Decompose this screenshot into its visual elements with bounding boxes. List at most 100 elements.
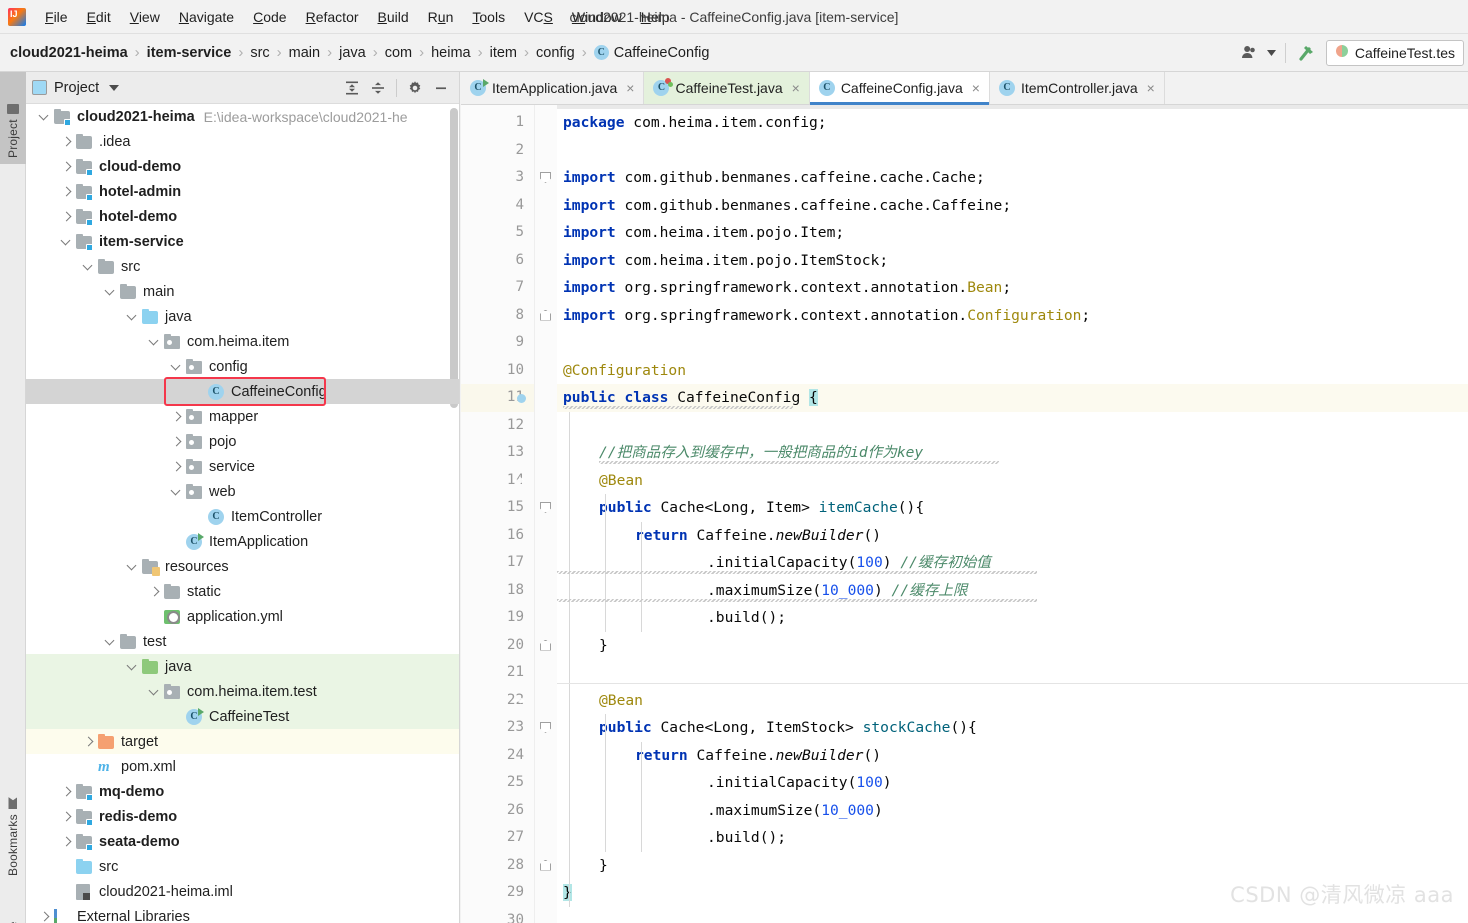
code-line[interactable]: } <box>557 632 608 660</box>
chevron-down-icon[interactable] <box>60 235 74 249</box>
code-line[interactable]: import com.github.benmanes.caffeine.cach… <box>557 164 985 192</box>
breadcrumb-item-config[interactable]: config <box>536 45 575 61</box>
menu-item-edit[interactable]: Edit <box>78 6 120 28</box>
tree-node-com.heima.item[interactable]: com.heima.item <box>26 329 459 354</box>
menu-item-navigate[interactable]: Navigate <box>170 6 243 28</box>
code-editor[interactable]: 1234567891011121314151617181920212223242… <box>461 105 1468 923</box>
tree-node-mapper[interactable]: mapper <box>26 404 459 429</box>
user-avatar-icon[interactable] <box>1235 39 1265 67</box>
code-fold-marker[interactable] <box>540 502 551 513</box>
close-icon[interactable]: × <box>972 81 980 95</box>
editor-gutter[interactable]: 1234567891011121314151617181920212223242… <box>461 105 535 923</box>
breadcrumb-item-item[interactable]: item <box>490 45 517 61</box>
tree-node-external-libraries[interactable]: External Libraries <box>26 904 459 923</box>
code-fold-marker[interactable] <box>540 722 551 733</box>
code-fold-marker[interactable] <box>540 309 551 321</box>
close-icon[interactable]: × <box>626 81 634 95</box>
chevron-down-icon[interactable] <box>104 635 118 649</box>
code-line[interactable] <box>557 907 563 923</box>
breadcrumb-item-main[interactable]: main <box>289 45 320 61</box>
tree-node-seata-demo[interactable]: seata-demo <box>26 829 459 854</box>
breadcrumb-item-cloud2021-heima[interactable]: cloud2021-heima <box>10 45 128 61</box>
tree-node-cloud2021-heima[interactable]: cloud2021-heima E:\idea-workspace\cloud20… <box>26 104 459 129</box>
menu-item-build[interactable]: Build <box>369 6 418 28</box>
code-fold-marker[interactable] <box>540 172 551 183</box>
spring-bean-icon[interactable] <box>511 692 528 709</box>
chevron-down-icon[interactable] <box>104 285 118 299</box>
code-line[interactable]: import org.springframework.context.annot… <box>557 274 1011 302</box>
code-line[interactable]: .build(); <box>557 824 786 852</box>
breadcrumb-item-java[interactable]: java <box>339 45 366 61</box>
tree-node-cloud2021-heima.iml[interactable]: cloud2021-heima.iml <box>26 879 459 904</box>
spring-configuration-bean-icon[interactable] <box>511 389 528 406</box>
tree-node-java[interactable]: java <box>26 304 459 329</box>
tree-node-cloud-demo[interactable]: cloud-demo <box>26 154 459 179</box>
tree-node-pom.xml[interactable]: m pom.xml <box>26 754 459 779</box>
tree-node-static[interactable]: static <box>26 579 459 604</box>
tree-node-hotel-demo[interactable]: hotel-demo <box>26 204 459 229</box>
menu-item-view[interactable]: View <box>121 6 169 28</box>
code-line[interactable]: import com.heima.item.pojo.ItemStock; <box>557 247 888 275</box>
menu-item-code[interactable]: Code <box>244 6 295 28</box>
chevron-right-icon[interactable] <box>60 210 74 224</box>
breadcrumb-item-src[interactable]: src <box>250 45 269 61</box>
chevron-down-icon[interactable] <box>82 260 96 274</box>
chevron-down-icon[interactable] <box>38 110 52 124</box>
tree-node-mq-demo[interactable]: mq-demo <box>26 779 459 804</box>
expand-all-icon[interactable] <box>340 76 364 100</box>
tree-node-config[interactable]: config <box>26 354 459 379</box>
sidebar-item-project[interactable]: Project <box>0 72 26 164</box>
chevron-down-icon[interactable] <box>1265 39 1279 67</box>
code-line[interactable] <box>557 137 563 165</box>
close-icon[interactable]: × <box>792 81 800 95</box>
minimize-icon[interactable] <box>429 76 453 100</box>
close-icon[interactable]: × <box>1147 81 1155 95</box>
editor-code[interactable]: package com.heima.item.config; import com… <box>557 105 1468 923</box>
code-line[interactable] <box>557 412 563 440</box>
chevron-down-icon[interactable] <box>148 335 162 349</box>
chevron-right-icon[interactable] <box>60 185 74 199</box>
tree-node-service[interactable]: service <box>26 454 459 479</box>
chevron-down-icon[interactable] <box>126 560 140 574</box>
tree-node-item-service[interactable]: item-service <box>26 229 459 254</box>
chevron-down-icon[interactable] <box>170 360 184 374</box>
menu-item-tools[interactable]: Tools <box>463 6 514 28</box>
collapse-all-icon[interactable] <box>366 76 390 100</box>
chevron-right-icon[interactable] <box>170 435 184 449</box>
tree-node-itemapplication[interactable]: C ItemApplication <box>26 529 459 554</box>
tree-node-caffeinetest[interactable]: C CaffeineTest <box>26 704 459 729</box>
editor-tab-itemcontroller-java[interactable]: C ItemController.java × <box>990 72 1165 104</box>
editor-tab-caffeinetest-java[interactable]: C CaffeineTest.java × <box>644 72 810 104</box>
code-line[interactable] <box>557 329 563 357</box>
chevron-right-icon[interactable] <box>148 585 162 599</box>
code-line[interactable]: import com.github.benmanes.caffeine.cach… <box>557 192 1011 220</box>
sidebar-item-structure[interactable]: Structure <box>0 888 26 923</box>
code-line[interactable]: package com.heima.item.config; <box>557 109 827 137</box>
build-hammer-icon[interactable] <box>1292 39 1322 67</box>
breadcrumb-item-heima[interactable]: heima <box>431 45 471 61</box>
chevron-right-icon[interactable] <box>38 910 52 923</box>
run-configuration-selector[interactable]: CaffeineTest.tes <box>1325 39 1464 66</box>
chevron-down-icon[interactable] <box>126 310 140 324</box>
chevron-down-icon[interactable] <box>170 485 184 499</box>
tree-node-itemcontroller[interactable]: C ItemController <box>26 504 459 529</box>
tree-node-src[interactable]: src <box>26 254 459 279</box>
chevron-right-icon[interactable] <box>60 785 74 799</box>
chevron-down-icon[interactable] <box>126 660 140 674</box>
chevron-right-icon[interactable] <box>170 460 184 474</box>
code-fold-marker[interactable] <box>540 859 551 871</box>
chevron-right-icon[interactable] <box>60 135 74 149</box>
gear-icon[interactable] <box>403 76 427 100</box>
code-line[interactable]: .initialCapacity(100) <box>557 769 892 797</box>
code-line[interactable]: public Cache<Long, ItemStock> stockCache… <box>557 714 977 742</box>
menu-item-vcs[interactable]: VCS <box>515 6 562 28</box>
editor-fold-column[interactable] <box>535 105 557 923</box>
tree-node-resources[interactable]: resources <box>26 554 459 579</box>
tree-node-pojo[interactable]: pojo <box>26 429 459 454</box>
tree-node-src[interactable]: src <box>26 854 459 879</box>
chevron-right-icon[interactable] <box>82 735 96 749</box>
menu-item-refactor[interactable]: Refactor <box>297 6 368 28</box>
menu-item-window[interactable]: Window <box>563 6 631 28</box>
menu-item-file[interactable]: File <box>36 6 77 28</box>
chevron-right-icon[interactable] <box>60 810 74 824</box>
